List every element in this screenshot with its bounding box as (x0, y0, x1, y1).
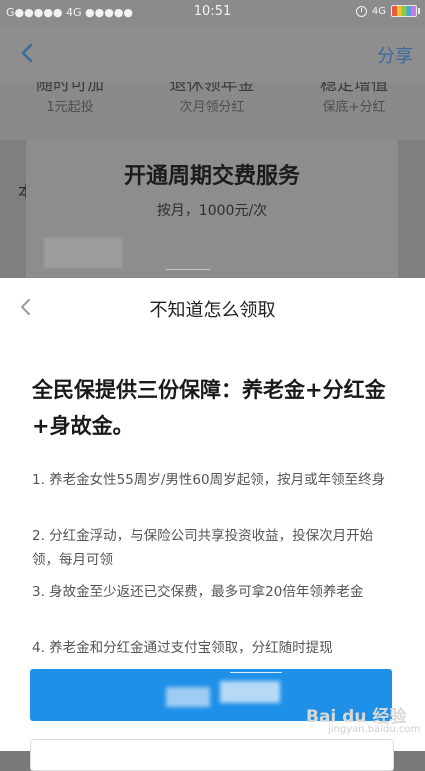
divider (166, 269, 210, 270)
info-item: 1. 养老金女性55周岁/男性60周岁起领，按月或年领至终身 (32, 472, 386, 488)
feature-sub: 1元起投 (46, 100, 94, 115)
status-icons: 4G (355, 5, 420, 17)
secondary-button[interactable] (30, 739, 394, 771)
info-item: 2. 分红金浮动，与保险公司共享投资收益，投保次月开始领，每月可领 (32, 528, 374, 568)
alarm-icon (355, 5, 367, 17)
back-arrow-icon[interactable] (16, 40, 42, 66)
blurred-label (166, 687, 210, 707)
battery-icon (391, 5, 420, 17)
feature-strip: 随时可加 1元起投 退休领年金 次月领分红 稳定增值 保底+分红 (0, 82, 425, 140)
feature-title: 退休领年金 (169, 82, 255, 92)
feature-item: 退休领年金 次月领分红 (142, 82, 282, 115)
headline: 全民保提供三份保障：养老金+分红金+身故金。 (32, 378, 386, 438)
sheet-header: 不知道怎么领取 (0, 278, 425, 336)
feature-item: 稳定增值 保底+分红 (284, 82, 424, 115)
watermark-url: jingyan.baidu.com (328, 724, 421, 735)
status-bar: G●●●●● 4G ●●●●● 10:51 4G (0, 0, 425, 26)
blurred-content (44, 238, 122, 268)
share-button[interactable]: 分享 (377, 42, 413, 68)
feature-item: 随时可加 1元起投 (0, 82, 140, 115)
sheet-title: 不知道怎么领取 (149, 300, 276, 321)
info-item: 4. 养老金和分红金通过支付宝领取，分红随时提现 (32, 640, 333, 656)
feature-title: 稳定增值 (320, 82, 388, 92)
service-dialog: 开通周期交费服务 按月，1000元/次 (26, 140, 398, 290)
dialog-title: 开通周期交费服务 (123, 164, 300, 189)
feature-title: 随时可加 (36, 82, 104, 92)
network-type: 4G (371, 5, 386, 17)
blurred-label (230, 672, 282, 673)
blurred-label (220, 681, 280, 703)
dialog-subtitle: 按月，1000元/次 (156, 203, 268, 219)
bottom-sheet: 不知道怎么领取 全民保提供三份保障：养老金+分红金+身故金。 1. 养老金女性5… (0, 278, 425, 771)
nav-bar: 分享 (0, 26, 425, 82)
feature-sub: 保底+分红 (322, 100, 386, 115)
feature-sub: 次月领分红 (179, 100, 245, 115)
info-item: 3. 身故金至少返还已交保费，最多可拿20倍年领养老金 (32, 584, 364, 600)
